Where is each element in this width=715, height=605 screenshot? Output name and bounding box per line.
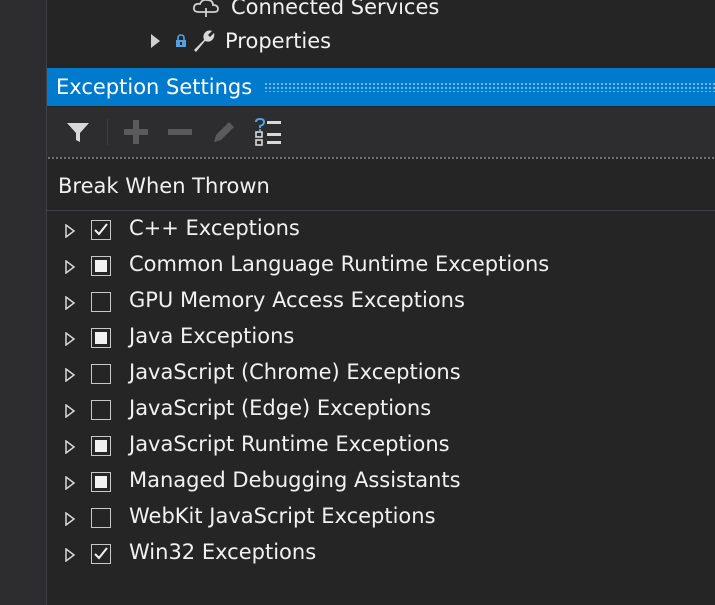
checkbox-unchecked[interactable] xyxy=(91,400,111,420)
connected-services-icon xyxy=(192,0,219,17)
list-item-label: GPU Memory Access Exceptions xyxy=(129,288,465,312)
expand-arrow-icon[interactable] xyxy=(63,548,77,562)
expand-arrow-icon[interactable] xyxy=(63,224,77,238)
checkbox-checked[interactable] xyxy=(91,544,111,564)
expand-arrow-icon[interactable] xyxy=(63,476,77,490)
list-item-cpp-exceptions[interactable]: C++ Exceptions xyxy=(47,213,715,249)
list-item-label: C++ Exceptions xyxy=(129,216,300,240)
remove-button[interactable] xyxy=(165,117,195,147)
restore-defaults-icon xyxy=(255,117,281,146)
expand-arrow-icon[interactable] xyxy=(63,368,77,382)
expand-arrow-icon[interactable] xyxy=(63,332,77,346)
edit-icon xyxy=(214,122,234,142)
exception-settings-toolbar xyxy=(47,107,715,157)
restore-defaults-button[interactable] xyxy=(253,117,283,147)
filter-icon xyxy=(67,123,89,142)
toolbar-separator xyxy=(107,119,108,145)
list-item-webkit-js-exceptions[interactable]: WebKit JavaScript Exceptions xyxy=(47,501,715,537)
add-icon xyxy=(124,120,148,144)
tree-item-connected-services[interactable]: Connected Services xyxy=(191,0,439,22)
checkbox-unchecked[interactable] xyxy=(91,364,111,384)
checkbox-indeterminate[interactable] xyxy=(91,436,111,456)
expand-arrow-icon[interactable] xyxy=(63,404,77,418)
list-item-label: JavaScript Runtime Exceptions xyxy=(129,432,450,456)
add-button[interactable] xyxy=(121,117,151,147)
lock-icon xyxy=(176,34,186,47)
list-item-js-runtime-exceptions[interactable]: JavaScript Runtime Exceptions xyxy=(47,429,715,465)
edit-button[interactable] xyxy=(209,117,239,147)
list-item-java-exceptions[interactable]: Java Exceptions xyxy=(47,321,715,357)
expand-arrow-icon[interactable] xyxy=(63,512,77,526)
list-item-js-chrome-exceptions[interactable]: JavaScript (Chrome) Exceptions xyxy=(47,357,715,393)
remove-icon xyxy=(168,129,192,135)
expand-arrow-icon[interactable] xyxy=(63,260,77,274)
list-item-label: JavaScript (Chrome) Exceptions xyxy=(129,360,461,384)
column-header-break-when-thrown[interactable]: Break When Thrown xyxy=(47,162,715,211)
panel-title: Exception Settings xyxy=(56,75,253,99)
list-item-js-edge-exceptions[interactable]: JavaScript (Edge) Exceptions xyxy=(47,393,715,429)
list-item-win32-exceptions[interactable]: Win32 Exceptions xyxy=(47,537,715,573)
checkbox-indeterminate[interactable] xyxy=(91,256,111,276)
tree-item-label: Properties xyxy=(225,29,332,53)
checkbox-unchecked[interactable] xyxy=(91,508,111,528)
left-gutter xyxy=(0,0,46,605)
list-item-clr-exceptions[interactable]: Common Language Runtime Exceptions xyxy=(47,249,715,285)
tree-item-label: Connected Services xyxy=(231,0,440,19)
checkmark-icon xyxy=(94,547,108,560)
tree-item-properties[interactable]: Properties xyxy=(151,26,331,56)
checkbox-checked[interactable] xyxy=(91,220,111,240)
toolbar-divider xyxy=(47,157,715,159)
exception-list: C++ Exceptions Common Language Runtime E… xyxy=(47,213,715,573)
expand-arrow-icon[interactable] xyxy=(63,440,77,454)
list-item-managed-debugging-assistants[interactable]: Managed Debugging Assistants xyxy=(47,465,715,501)
list-item-label: Managed Debugging Assistants xyxy=(129,468,461,492)
checkbox-indeterminate[interactable] xyxy=(91,328,111,348)
exception-settings-title-bar[interactable]: Exception Settings xyxy=(47,68,715,106)
checkmark-icon xyxy=(94,223,108,236)
expand-arrow-icon[interactable] xyxy=(63,296,77,310)
checkbox-unchecked[interactable] xyxy=(91,292,111,312)
expand-arrow-icon[interactable] xyxy=(151,34,160,48)
wrench-icon xyxy=(194,30,215,52)
list-item-label: Win32 Exceptions xyxy=(129,540,317,564)
column-header-label: Break When Thrown xyxy=(58,174,270,198)
list-item-label: WebKit JavaScript Exceptions xyxy=(129,504,436,528)
list-item-label: Java Exceptions xyxy=(129,324,295,348)
filter-button[interactable] xyxy=(63,117,93,147)
list-item-label: Common Language Runtime Exceptions xyxy=(129,252,550,276)
list-item-label: JavaScript (Edge) Exceptions xyxy=(129,396,432,420)
list-item-gpu-exceptions[interactable]: GPU Memory Access Exceptions xyxy=(47,285,715,321)
solution-explorer-fragment: Connected Services Properties xyxy=(47,0,715,62)
checkbox-indeterminate[interactable] xyxy=(91,472,111,492)
title-bar-grip[interactable] xyxy=(264,82,715,92)
